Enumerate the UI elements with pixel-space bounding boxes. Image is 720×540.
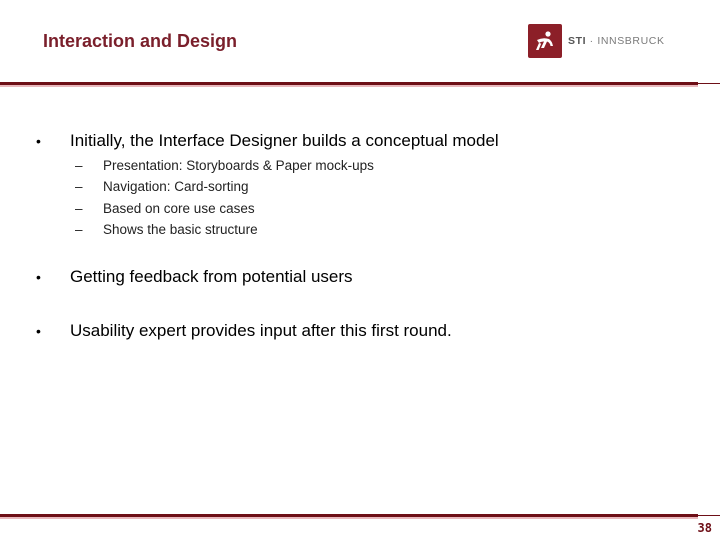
sub-marker: – — [75, 201, 83, 216]
bullet-item: • Getting feedback from potential users — [36, 267, 353, 287]
bullet-marker: • — [36, 133, 41, 149]
sub-marker: – — [75, 179, 83, 194]
sub-marker: – — [75, 158, 83, 173]
page-number: 38 — [697, 521, 712, 535]
bullet-marker: • — [36, 269, 41, 285]
sub-item: – Shows the basic structure — [75, 222, 258, 237]
footer-divider-shadow — [0, 517, 698, 519]
sub-item: – Navigation: Card-sorting — [75, 179, 249, 194]
sub-text: Presentation: Storyboards & Paper mock-u… — [103, 158, 374, 173]
logo-city: INNSBRUCK — [597, 35, 665, 47]
sub-text: Shows the basic structure — [103, 222, 258, 237]
sub-item: – Based on core use cases — [75, 201, 255, 216]
sub-item: – Presentation: Storyboards & Paper mock… — [75, 158, 374, 173]
logo-brand: STI — [568, 35, 587, 47]
sub-text: Based on core use cases — [103, 201, 255, 216]
sti-runner-logo-icon — [528, 24, 562, 58]
logo-wordmark: STI · INNSBRUCK — [568, 35, 665, 47]
bullet-text: Initially, the Interface Designer builds… — [70, 131, 499, 150]
header-divider-tail — [698, 83, 720, 84]
sub-text: Navigation: Card-sorting — [103, 179, 249, 194]
logo-separator: · — [589, 35, 594, 47]
bullet-marker: • — [36, 323, 41, 339]
sub-marker: – — [75, 222, 83, 237]
sti-innsbruck-logo: STI · INNSBRUCK — [528, 24, 665, 58]
bullet-item: • Usability expert provides input after … — [36, 321, 452, 341]
bullet-text: Usability expert provides input after th… — [70, 321, 452, 340]
bullet-item: • Initially, the Interface Designer buil… — [36, 131, 499, 151]
header-divider-shadow — [0, 85, 698, 87]
slide-title: Interaction and Design — [43, 31, 238, 51]
footer-divider-tail — [698, 515, 720, 516]
bullet-text: Getting feedback from potential users — [70, 267, 353, 286]
